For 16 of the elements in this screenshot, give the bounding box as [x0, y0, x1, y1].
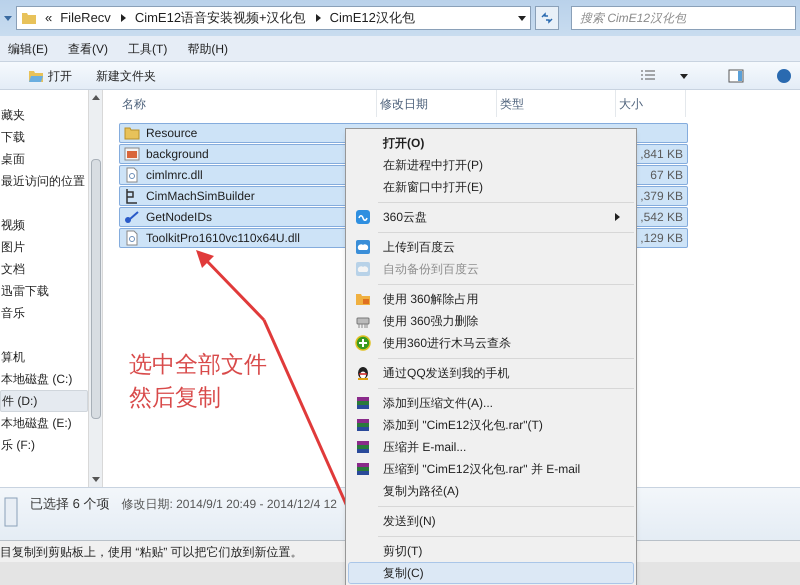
status-text: 目复制到剪贴板上，使用 “粘贴” 可以把它们放到新位置。 — [0, 544, 303, 560]
file-size: ,542 KB — [640, 209, 683, 226]
file-size: ,841 KB — [640, 146, 683, 163]
file-name: background — [146, 146, 209, 163]
annotation-text: 选中全部文件 — [129, 350, 267, 379]
file-name: GetNodeIDs — [146, 209, 212, 226]
file-name: Resource — [146, 125, 198, 142]
file-size: ,379 KB — [640, 188, 683, 205]
file-size: 67 KB — [650, 167, 683, 184]
file-name: CimMachSimBuilder — [146, 188, 255, 205]
file-name: cimlmrc.dll — [146, 167, 203, 184]
annotation-text: 然后复制 — [129, 383, 221, 412]
file-size: ,129 KB — [640, 230, 683, 247]
selection-count: 已选择 6 个项 — [30, 495, 110, 513]
modified-date: 修改日期: 2014/9/1 20:49 - 2014/12/4 12 — [121, 496, 337, 513]
file-name: ToolkitPro1610vc110x64U.dll — [146, 230, 300, 247]
